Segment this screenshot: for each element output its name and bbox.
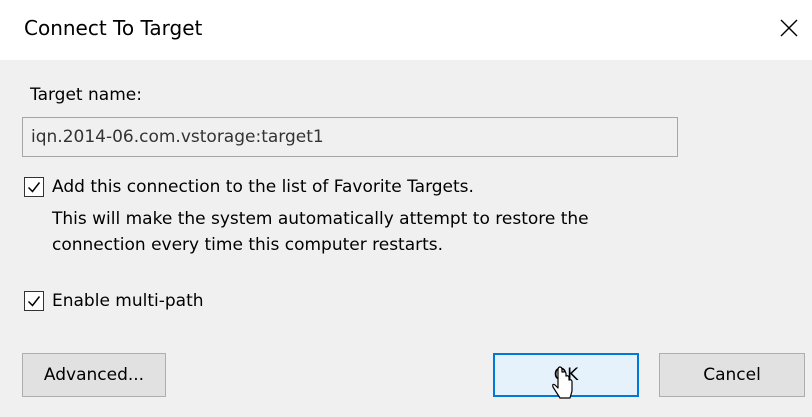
favorite-targets-description-line1: This will make the system automatically … — [52, 209, 589, 229]
ok-button[interactable]: OK — [493, 353, 639, 397]
connect-to-target-dialog: Connect To Target Target name: iqn.2014-… — [0, 0, 812, 417]
close-icon — [780, 19, 798, 37]
checkmark-icon — [27, 296, 41, 307]
target-name-field[interactable]: iqn.2014-06.com.vstorage:target1 — [22, 117, 678, 157]
enable-multipath-checkbox[interactable] — [24, 291, 44, 311]
advanced-button[interactable]: Advanced... — [22, 353, 166, 397]
favorite-targets-checkbox[interactable] — [24, 177, 44, 197]
favorite-targets-description: This will make the system automatically … — [52, 206, 692, 258]
checkmark-icon — [27, 182, 41, 193]
favorite-targets-description-line2: connection every time this computer rest… — [52, 235, 444, 255]
close-button[interactable] — [766, 0, 812, 56]
target-name-label: Target name: — [30, 85, 142, 105]
title-bar: Connect To Target — [0, 0, 812, 60]
window-title: Connect To Target — [24, 16, 203, 40]
enable-multipath-label[interactable]: Enable multi-path — [52, 289, 204, 313]
cancel-button[interactable]: Cancel — [659, 353, 805, 397]
favorite-targets-label[interactable]: Add this connection to the list of Favor… — [52, 175, 474, 199]
